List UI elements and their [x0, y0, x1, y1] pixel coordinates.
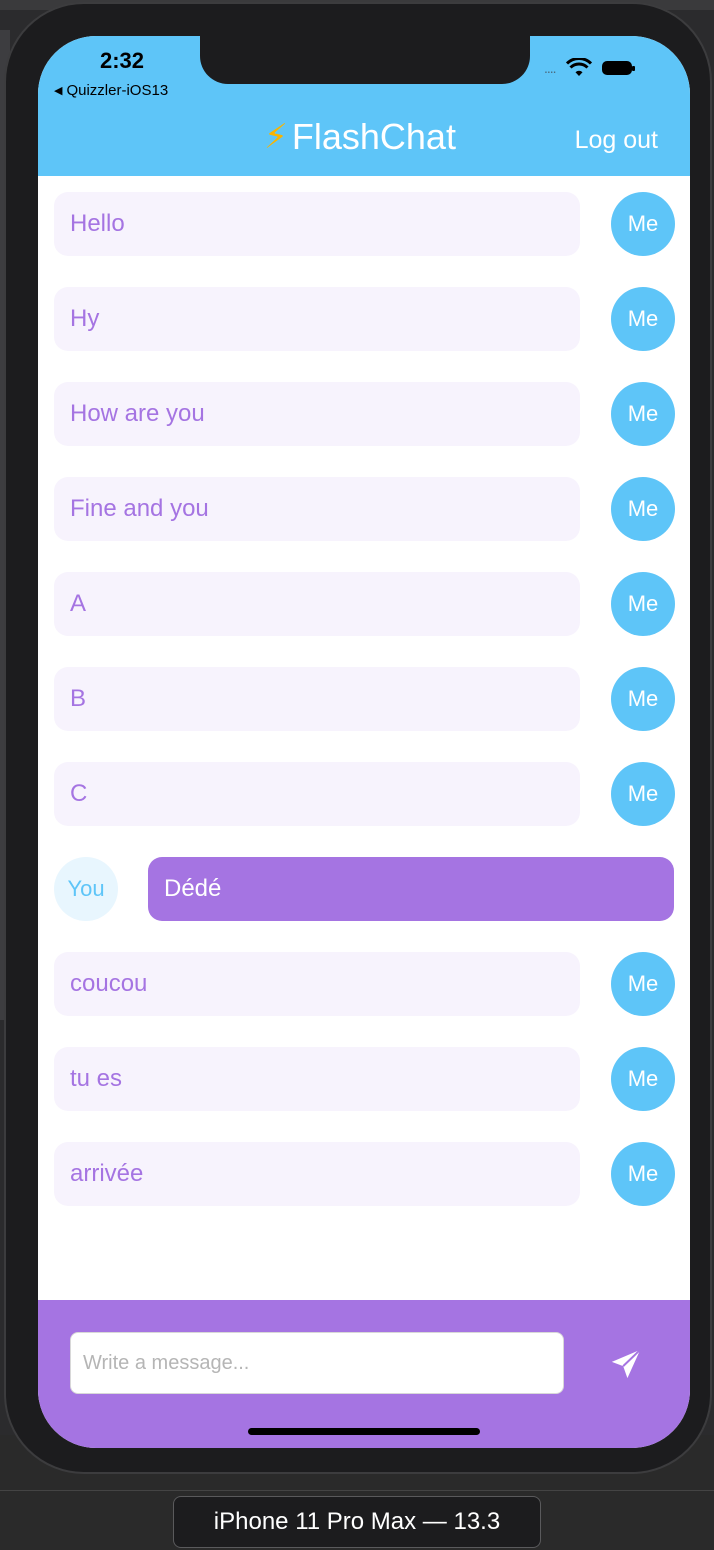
home-indicator [248, 1428, 480, 1435]
navigation-bar: 2:32 ◀ Quizzler-iOS13 .... ⚡ FlashChat L… [38, 36, 690, 176]
device-label: iPhone 11 Pro Max — 13.3 [173, 1496, 541, 1548]
message-input[interactable] [70, 1332, 564, 1394]
message-row: Dédé You [38, 857, 690, 921]
app-title-text: FlashChat [291, 116, 456, 157]
status-time: 2:32 [100, 48, 145, 73]
avatar-me: Me [611, 1142, 675, 1206]
message-bubble-sent: How are you [54, 382, 580, 446]
message-list[interactable]: Hello Me Hy Me How are you Me Fine and you Me A M… [38, 176, 690, 1300]
avatar-me: Me [611, 952, 675, 1016]
status-icons: .... [544, 58, 635, 78]
message-row: tu es Me [38, 1047, 690, 1111]
send-button[interactable] [606, 1344, 646, 1384]
message-bubble-sent: Hello [54, 192, 580, 256]
logout-button[interactable]: Log out [575, 126, 658, 155]
message-row: Hy Me [38, 287, 690, 351]
message-bubble-received: Dédé [148, 857, 674, 921]
message-row: How are you Me [38, 382, 690, 446]
message-bubble-sent: Fine and you [54, 477, 580, 541]
message-bubble-sent: arrivée [54, 1142, 580, 1206]
back-app-label: Quizzler-iOS13 [66, 82, 169, 99]
device-notch [200, 36, 530, 84]
message-bubble-sent: B [54, 667, 580, 731]
message-row: coucou Me [38, 952, 690, 1016]
signal-icon: .... [544, 60, 557, 76]
avatar-me: Me [611, 762, 675, 826]
footer-divider [0, 1490, 714, 1491]
avatar-you: You [54, 857, 118, 921]
message-row: Hello Me [38, 192, 690, 256]
message-row: A Me [38, 572, 690, 636]
message-bubble-sent: tu es [54, 1047, 580, 1111]
avatar-me: Me [611, 287, 675, 351]
avatar-me: Me [611, 382, 675, 446]
wifi-icon [565, 58, 592, 76]
message-bubble-sent: coucou [54, 952, 580, 1016]
app-title: ⚡ FlashChat [264, 116, 456, 158]
lightning-icon: ⚡ [264, 118, 288, 156]
avatar-me: Me [611, 1047, 675, 1111]
avatar-me: Me [611, 477, 675, 541]
message-row: B Me [38, 667, 690, 731]
avatar-me: Me [611, 667, 675, 731]
message-bubble-sent: C [54, 762, 580, 826]
message-row: C Me [38, 762, 690, 826]
message-bubble-sent: A [54, 572, 580, 636]
message-bubble-sent: Hy [54, 287, 580, 351]
app-screen: 2:32 ◀ Quizzler-iOS13 .... ⚡ FlashChat L… [38, 36, 690, 1448]
avatar-me: Me [611, 572, 675, 636]
message-composer [38, 1300, 690, 1448]
back-triangle-icon: ◀ [54, 85, 63, 97]
iphone-frame: 2:32 ◀ Quizzler-iOS13 .... ⚡ FlashChat L… [4, 2, 712, 1474]
battery-icon [601, 61, 635, 75]
back-to-app-link[interactable]: ◀ Quizzler-iOS13 [54, 82, 168, 99]
avatar-me: Me [611, 192, 675, 256]
message-row: Fine and you Me [38, 477, 690, 541]
message-row: arrivée Me [38, 1142, 690, 1206]
paper-plane-icon [611, 1349, 641, 1379]
